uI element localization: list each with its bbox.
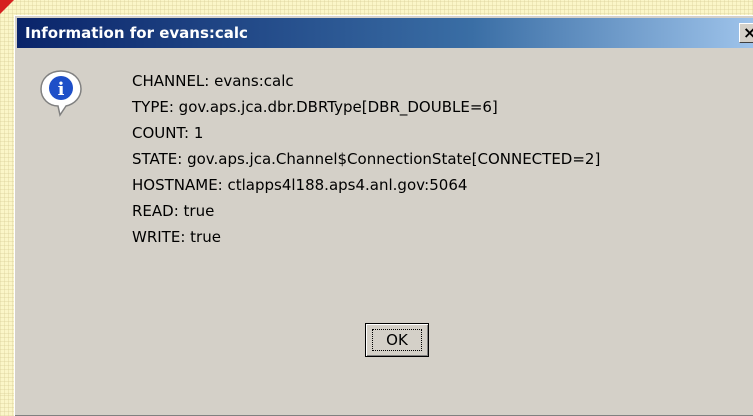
- channel-info-list: CHANNEL: evans:calc TYPE: gov.aps.jca.db…: [132, 68, 600, 250]
- hostname-line: HOSTNAME: ctlapps4l188.aps4.anl.gov:5064: [132, 176, 468, 194]
- ok-button-label: OK: [372, 329, 422, 351]
- information-icon: i: [40, 70, 82, 117]
- write-line: WRITE: true: [132, 228, 221, 246]
- cursor-arrow-icon: [0, 0, 14, 14]
- information-dialog: Information for evans:calc × i CHANNEL: …: [14, 15, 753, 416]
- count-line: COUNT: 1: [132, 124, 204, 142]
- dialog-titlebar[interactable]: Information for evans:calc ×: [17, 18, 753, 48]
- close-button[interactable]: ×: [739, 23, 753, 43]
- svg-text:i: i: [58, 79, 65, 100]
- close-icon: ×: [743, 23, 753, 42]
- state-line: STATE: gov.aps.jca.Channel$ConnectionSta…: [132, 150, 601, 168]
- ok-button[interactable]: OK: [365, 323, 429, 357]
- read-line: READ: true: [132, 202, 215, 220]
- dialog-title: Information for evans:calc: [25, 24, 248, 42]
- channel-line: CHANNEL: evans:calc: [132, 72, 294, 90]
- type-line: TYPE: gov.aps.jca.dbr.DBRType[DBR_DOUBLE…: [132, 98, 498, 116]
